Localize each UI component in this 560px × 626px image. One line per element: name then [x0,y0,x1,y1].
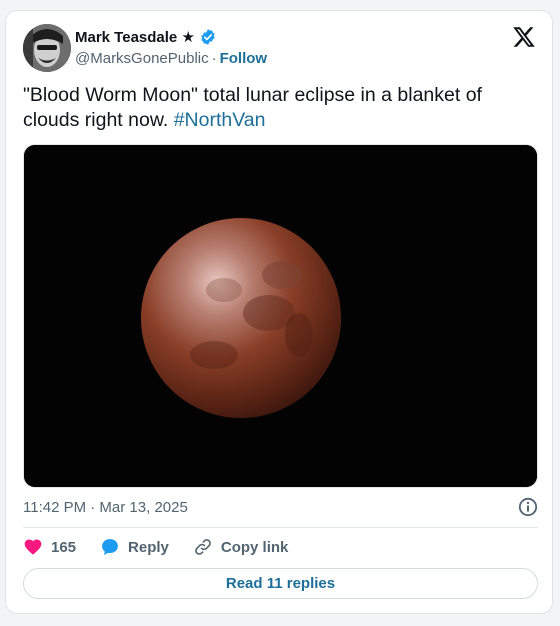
verified-badge-icon [201,29,215,45]
like-button[interactable]: 165 [23,537,76,557]
hashtag-link[interactable]: #NorthVan [174,109,266,131]
read-replies-button[interactable]: Read 11 replies [23,568,538,599]
divider [23,527,538,528]
separator: · [211,50,217,67]
author-display-name[interactable]: Mark Teasdale ★ [75,28,195,46]
follow-button[interactable]: Follow [220,50,268,67]
tweet-meta-row: 11:42 PM · Mar 13, 2025 [23,497,538,517]
info-icon[interactable] [518,497,538,517]
tweet-photo[interactable] [23,144,538,488]
link-icon [195,539,211,555]
avatar[interactable] [23,24,71,72]
read-replies-label: Read 11 replies [225,575,336,592]
tweet-card: Mark Teasdale ★ @MarksGonePublic · Follow … [5,10,553,614]
tweet-timestamp[interactable]: 11:42 PM · Mar 13, 2025 [23,499,188,516]
heart-icon [24,539,42,555]
lunar-eclipse-image [24,145,537,487]
author-name-row: Mark Teasdale ★ [75,28,217,46]
action-bar: 165 Reply Copy link [23,537,312,557]
reply-button[interactable]: Reply [100,537,169,557]
tweet-text: "Blood Worm Moon" total lunar eclipse in… [23,83,523,133]
author-handle[interactable]: @MarksGonePublic [75,50,209,67]
reply-bubble-icon [102,539,118,555]
handle-row: @MarksGonePublic · Follow [75,50,267,67]
reply-label: Reply [128,538,169,556]
like-count: 165 [51,538,77,556]
copy-link-button[interactable]: Copy link [193,537,289,557]
x-logo-icon[interactable] [512,25,536,49]
copy-link-label: Copy link [220,538,289,556]
